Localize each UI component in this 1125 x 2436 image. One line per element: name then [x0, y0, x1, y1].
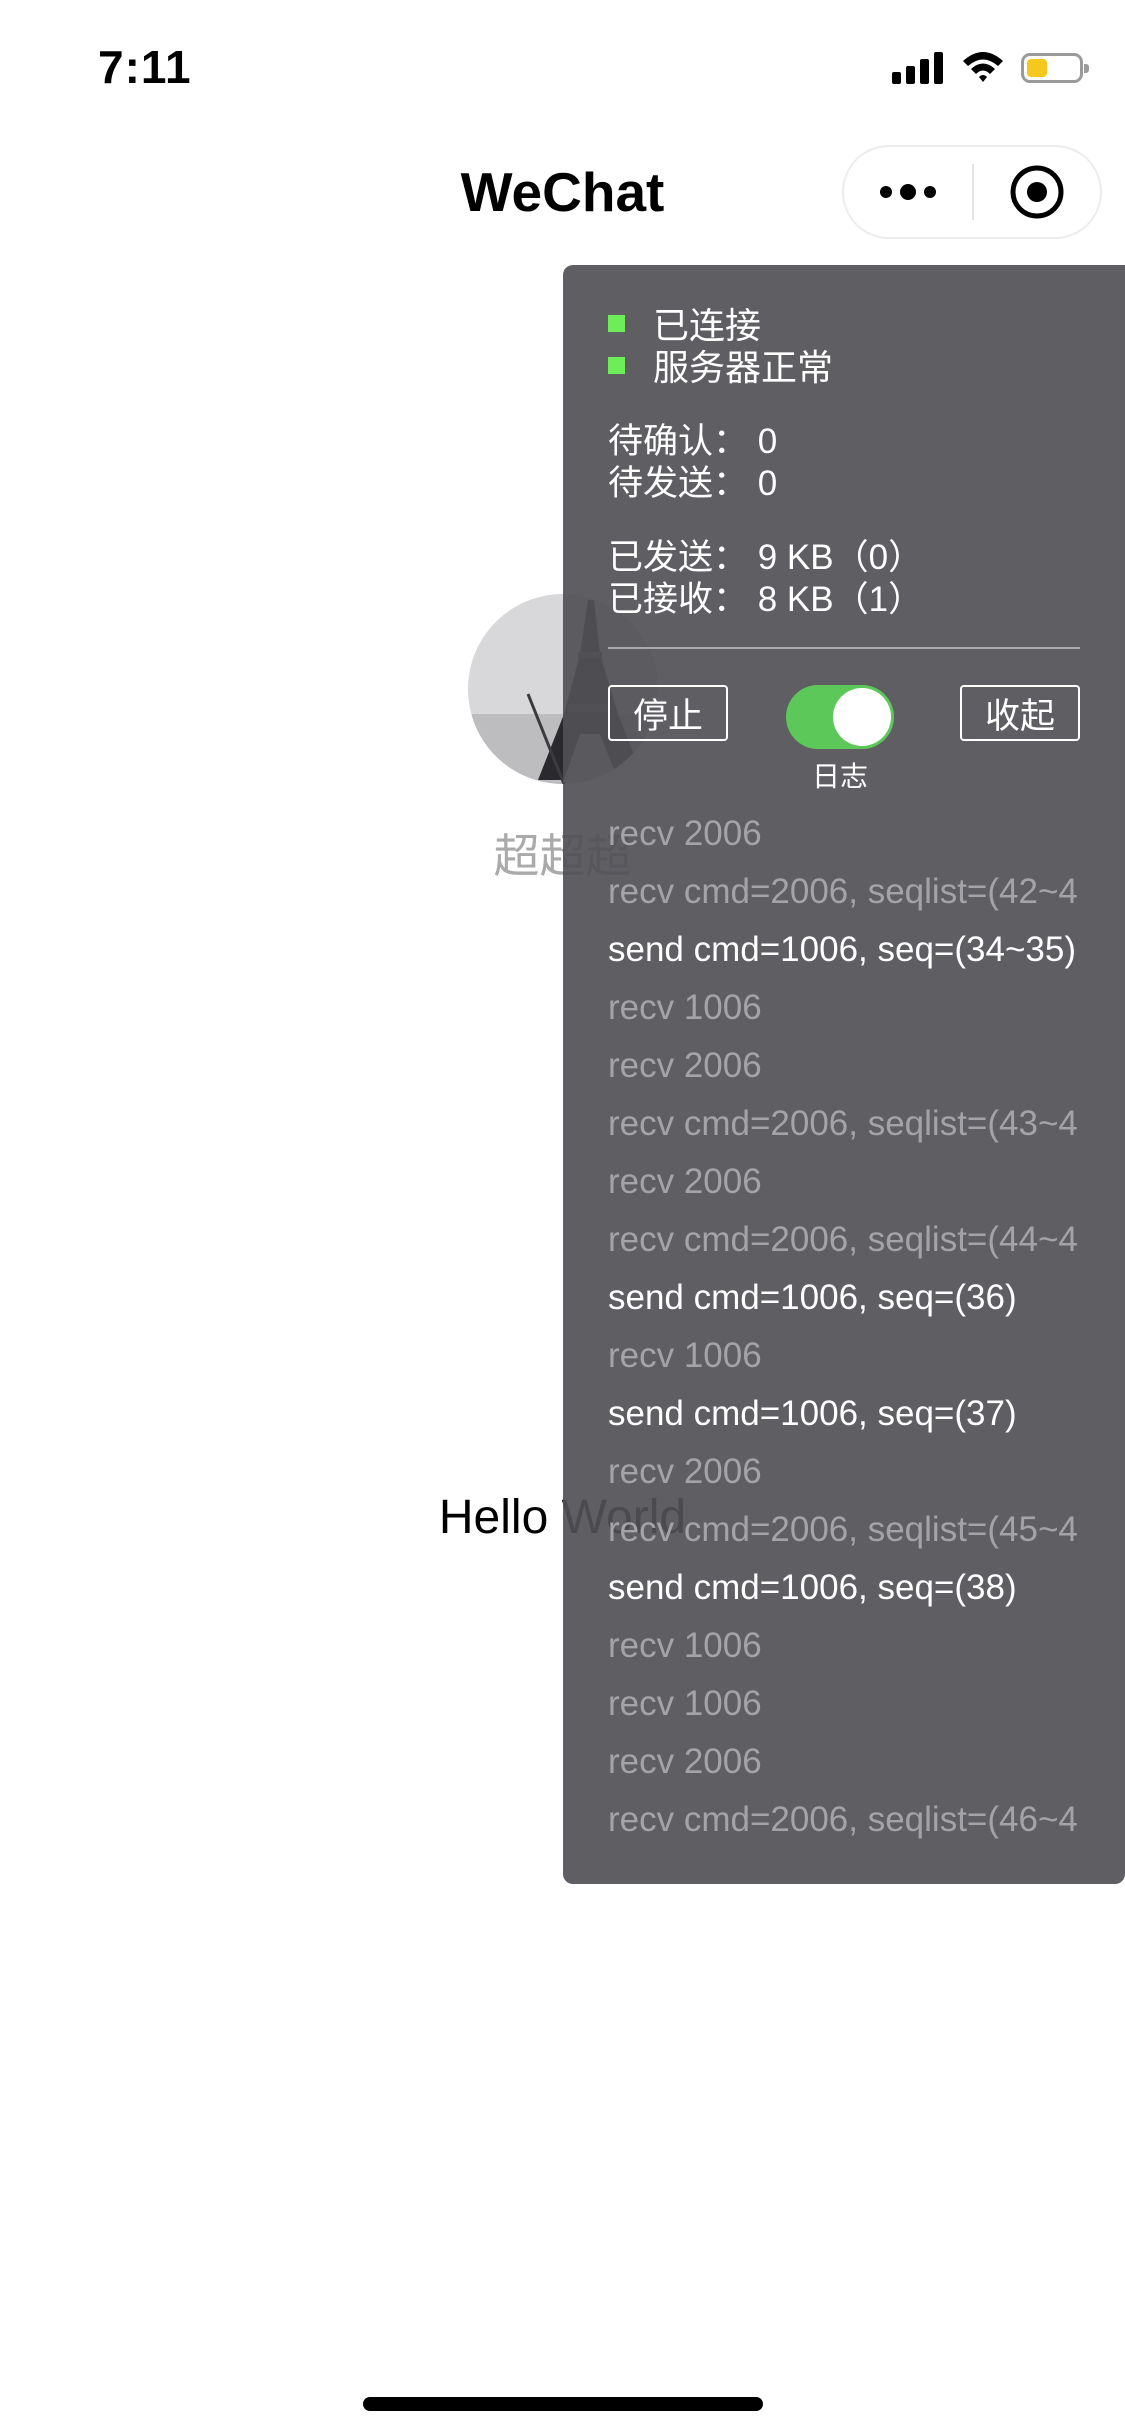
- close-button[interactable]: [974, 147, 1100, 237]
- log-line: send cmd=1006, seq=(37): [608, 1394, 1017, 1433]
- log-line: recv 2006: [608, 1452, 762, 1491]
- toggle-knob: [833, 688, 891, 746]
- more-icon: [880, 184, 936, 200]
- wifi-icon: [961, 49, 1005, 88]
- log-line: send cmd=1006, seq=(34~35): [608, 930, 1076, 969]
- debug-panel: 已连接 服务器正常 待确认： 0 待发送： 0 已发送： 9 KB（0） 已接收…: [563, 265, 1125, 1884]
- log-toggle-label: 日志: [811, 761, 868, 792]
- log-line: recv cmd=2006, seqlist=(46~4: [608, 1800, 1078, 1839]
- more-button[interactable]: [844, 147, 972, 237]
- pending-send: 待发送： 0: [608, 464, 778, 503]
- log-line: recv 1006: [608, 1626, 762, 1665]
- log-line: recv 2006: [608, 1742, 762, 1781]
- status-time: 7:11: [98, 41, 192, 93]
- mini-program-capsule: [842, 145, 1102, 239]
- status-icons: [892, 46, 1089, 90]
- log-line: recv cmd=2006, seqlist=(45~4: [608, 1510, 1078, 1549]
- screen: 7:11 WeChat Hello 已连接 服务器正常 待确认： 0 待发送： …: [0, 0, 1125, 2436]
- log-line: recv 2006: [608, 1162, 762, 1201]
- log-line: recv 2006: [608, 814, 762, 853]
- stop-button[interactable]: 停止: [608, 685, 728, 741]
- battery-icon: [1021, 53, 1089, 83]
- log-line: recv cmd=2006, seqlist=(44~4: [608, 1220, 1078, 1259]
- status-indicator: [608, 314, 625, 332]
- status-indicator: [608, 356, 625, 374]
- log-line: recv cmd=2006, seqlist=(43~4: [608, 1104, 1078, 1143]
- log-line: send cmd=1006, seq=(38): [608, 1568, 1017, 1607]
- received-bytes: 已接收： 8 KB（1）: [608, 580, 924, 619]
- log-toggle[interactable]: [786, 685, 894, 749]
- log-line: send cmd=1006, seq=(36): [608, 1278, 1017, 1317]
- log-line: recv 2006: [608, 1046, 762, 1085]
- close-target-icon: [1010, 165, 1064, 219]
- log-list: recv 2006 recv cmd=2006, seqlist=(42~4 sen…: [608, 805, 1125, 1849]
- battery-level: [1027, 59, 1047, 77]
- log-line: recv 1006: [608, 988, 762, 1027]
- collapse-button[interactable]: 收起: [960, 685, 1080, 741]
- signal-icon: [892, 52, 943, 84]
- server-status: 服务器正常: [608, 339, 833, 391]
- log-line: recv 1006: [608, 1684, 762, 1723]
- log-line: recv 1006: [608, 1336, 762, 1375]
- home-indicator: [363, 2397, 763, 2411]
- server-status-label: 服务器正常: [653, 347, 834, 388]
- panel-divider: [608, 647, 1080, 649]
- log-line: recv cmd=2006, seqlist=(42~4: [608, 872, 1078, 911]
